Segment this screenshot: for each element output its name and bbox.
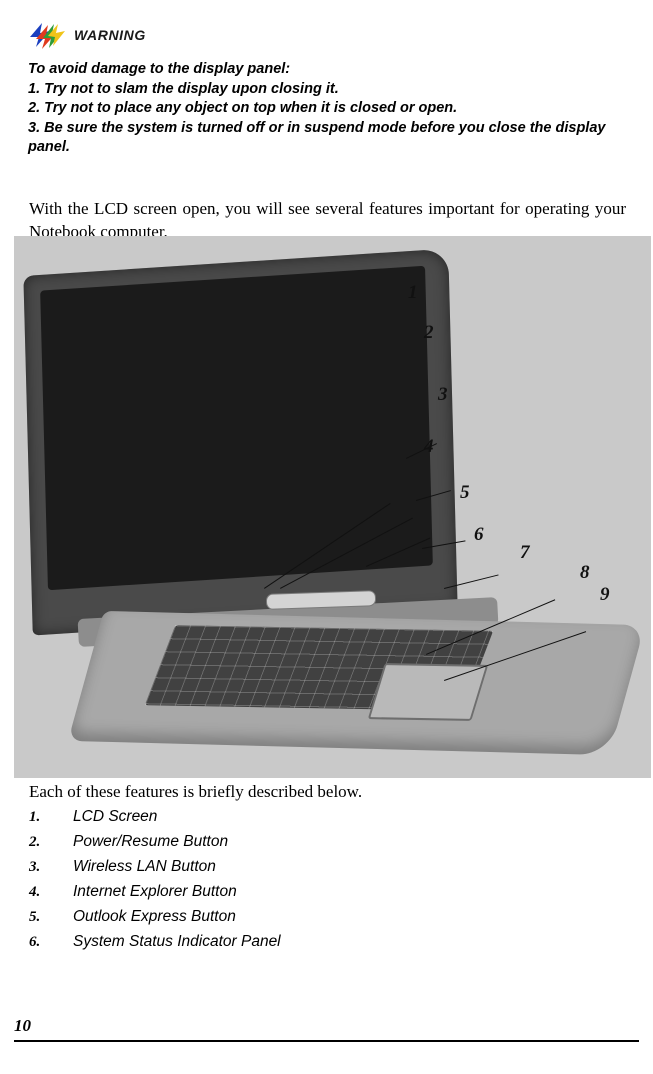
list-item-number: 1. [29,809,41,825]
footer-divider [14,1040,639,1042]
list-item-label: Internet Explorer Button [73,883,237,900]
feature-list: 1. LCD Screen 2. Power/Resume Button 3. … [29,808,619,958]
list-item-number: 3. [29,859,41,875]
warning-line-2: 2. Try not to place any object on top wh… [28,100,458,116]
list-item: 3. Wireless LAN Button [29,858,619,883]
document-page: WARNING To avoid damage to the display p… [0,0,653,1074]
list-item-label: System Status Indicator Panel [73,933,281,950]
figure-callout-5: 5 [460,482,470,503]
page-number: 10 [14,1016,31,1035]
list-item: 1. LCD Screen [29,808,619,833]
warning-label: WARNING [74,27,146,43]
warning-text-block: To avoid damage to the display panel: 1.… [28,60,628,158]
figure-callout-6: 6 [474,524,484,545]
notebook-figure: 1 2 3 4 5 6 7 8 9 [14,236,651,778]
figure-callout-7: 7 [520,542,530,563]
list-item-number: 6. [29,934,41,950]
list-item-label: Wireless LAN Button [73,858,216,875]
figure-callout-8: 8 [580,562,590,583]
figure-callout-4: 4 [424,436,434,457]
list-item-number: 2. [29,834,41,850]
warning-line-1: 1. Try not to slam the display upon clos… [28,80,339,97]
laptop-screen [40,265,433,591]
figure-callout-2: 2 [424,322,434,343]
figure-callout-1: 1 [408,282,418,303]
figure-callout-9: 9 [600,584,610,605]
list-item-label: LCD Screen [73,808,158,825]
list-item-label: Power/Resume Button [73,833,229,850]
list-item: 6. System Status Indicator Panel [29,933,619,958]
figure-callout-3: 3 [438,384,448,405]
list-item: 5. Outlook Express Button [29,908,619,933]
list-item-label: Outlook Express Button [73,908,236,925]
list-item: 2. Power/Resume Button [29,833,619,858]
warning-line-3: 3. Be sure the system is turned off or i… [28,119,606,156]
warning-lightning-icon [28,21,66,49]
below-figure-text: Each of these features is briefly descri… [29,782,363,801]
warning-header: WARNING [28,20,146,50]
warning-line-0: To avoid damage to the display panel: [28,61,291,77]
list-item-number: 4. [29,884,41,900]
list-item-number: 5. [29,909,41,925]
list-item: 4. Internet Explorer Button [29,883,619,908]
